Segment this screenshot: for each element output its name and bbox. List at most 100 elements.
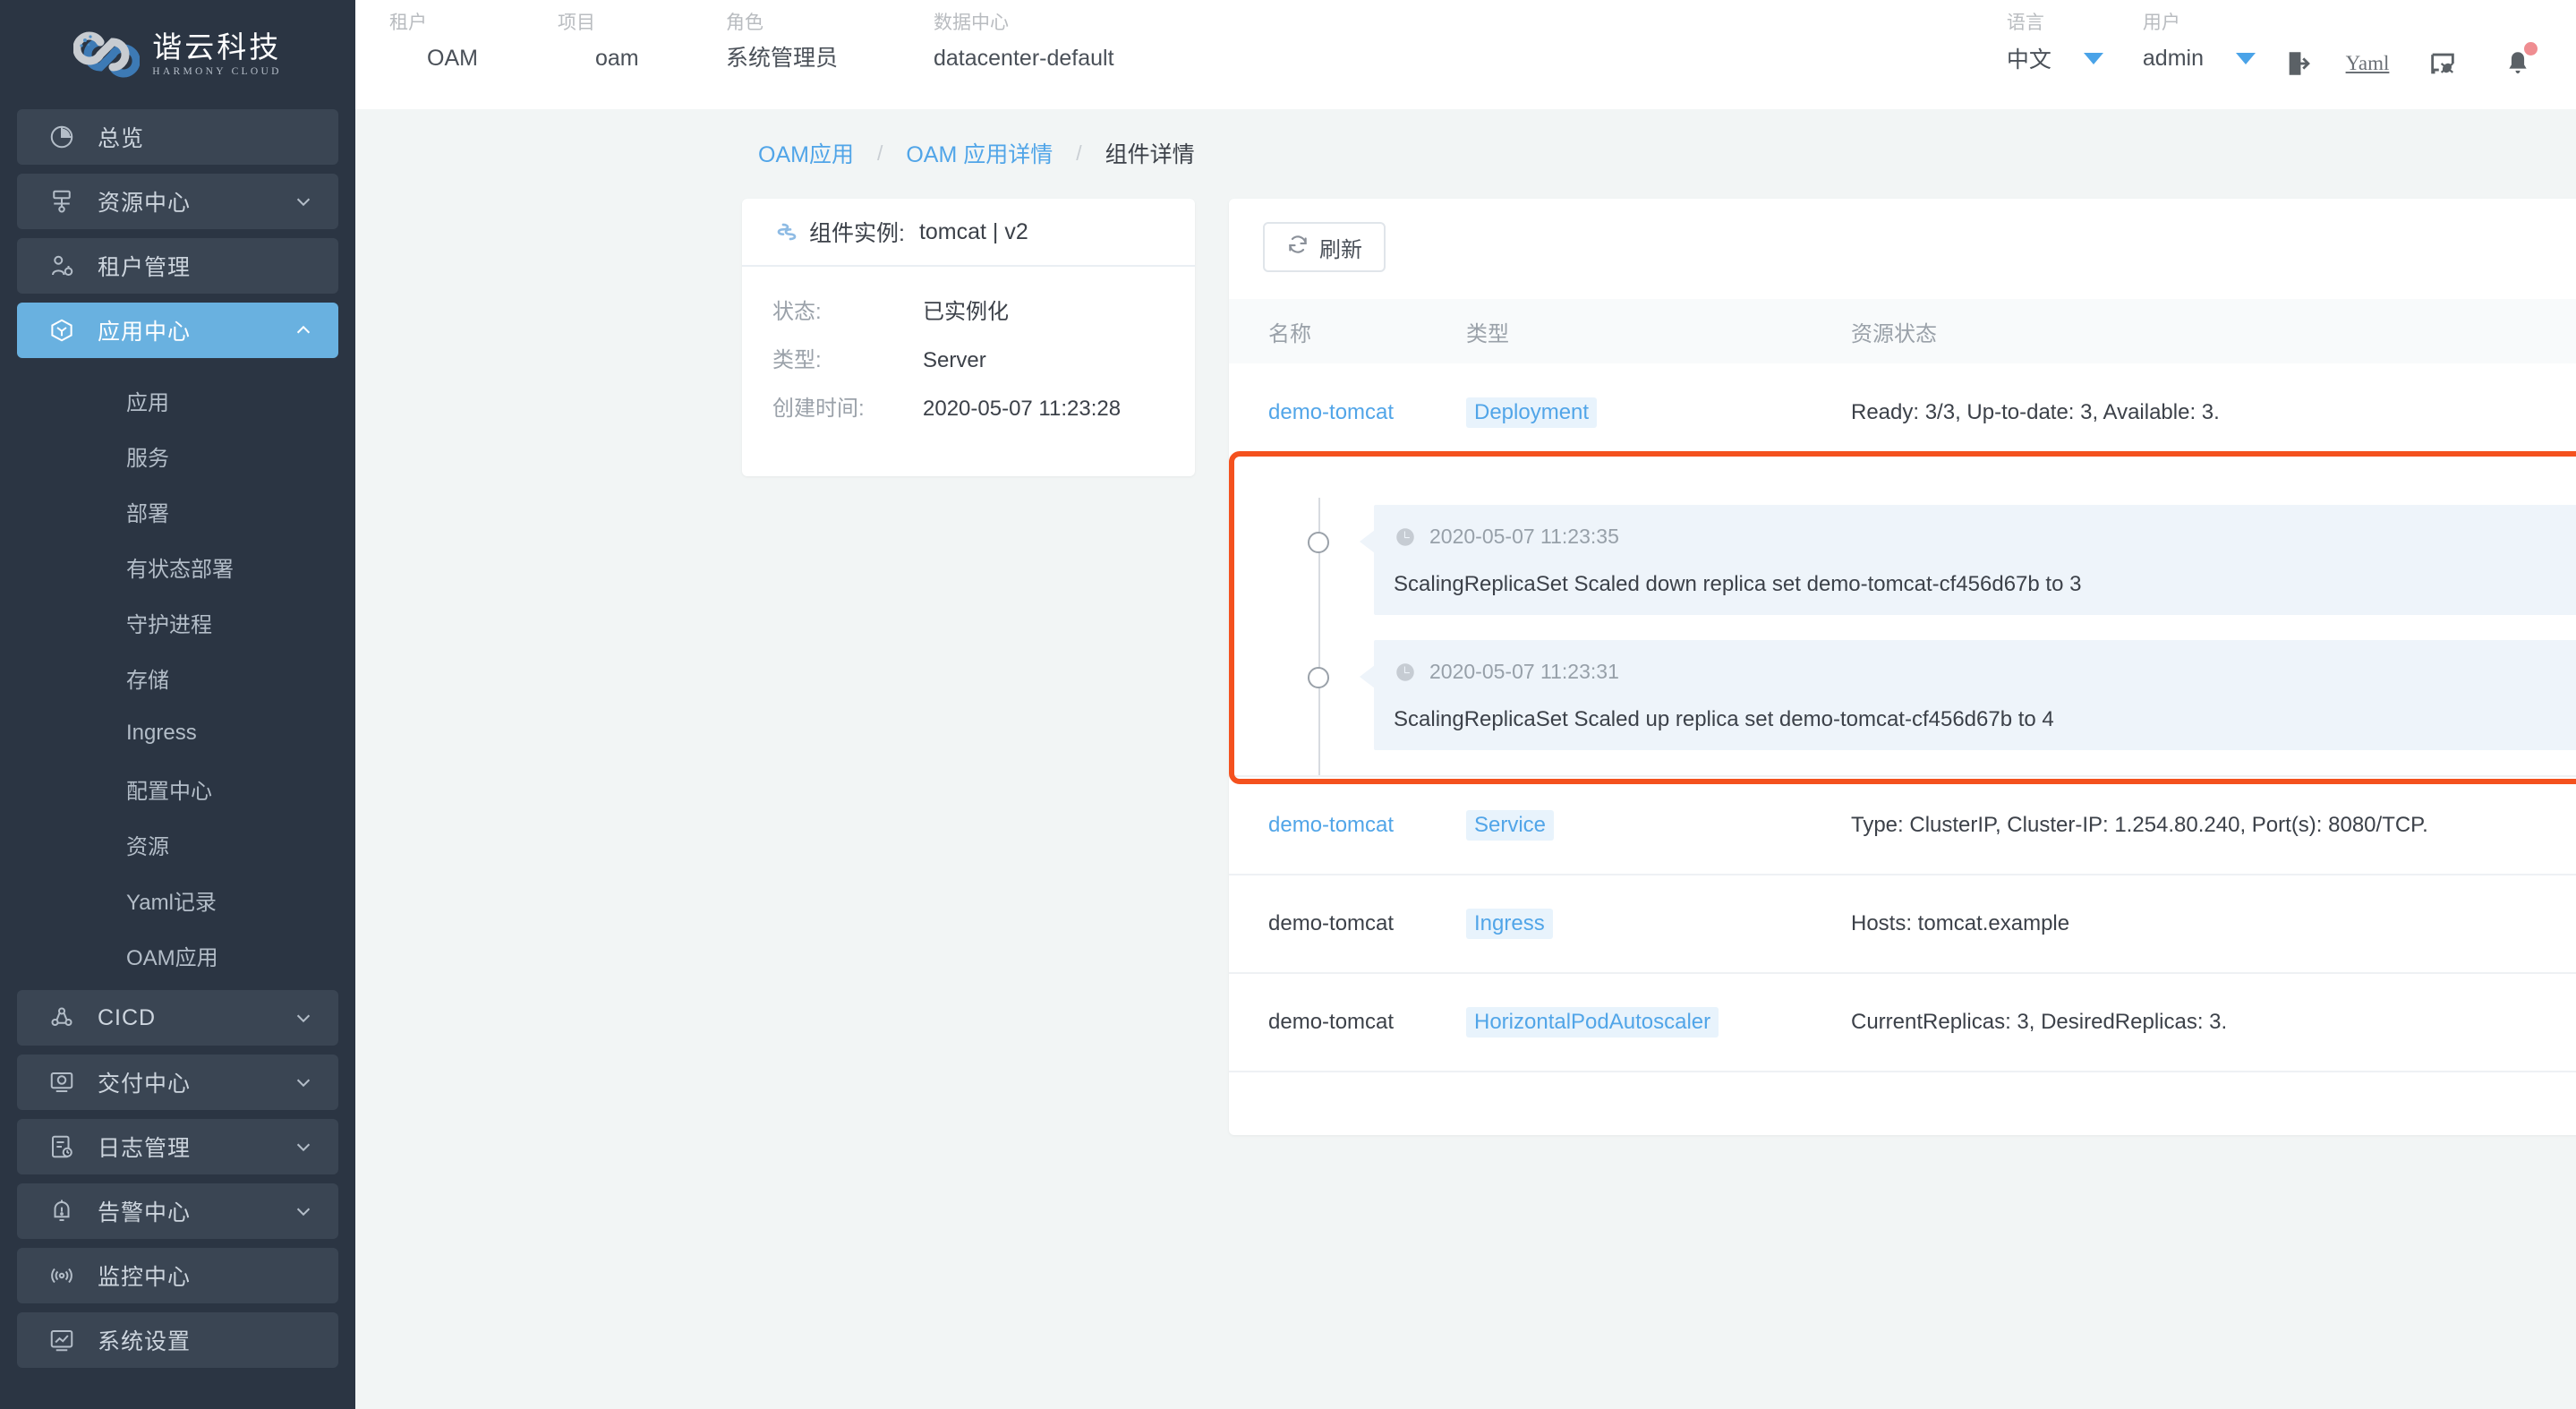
row-status-cell: Ready: 3/3, Up-to-date: 3, Available: 3. [1851, 363, 2576, 462]
sidebar-item-tenant-management[interactable]: 租户管理 [17, 238, 338, 294]
chevron-down-icon[interactable] [2083, 52, 2103, 64]
yaml-icon-text: Yaml [2345, 52, 2390, 74]
sidebar-subitem-service[interactable]: 服务 [17, 428, 338, 483]
topbar-context-group: 租户 OAM 项目 oam 角色 系统管理员 数据中心 datacenter-d… [355, 0, 1141, 77]
breadcrumb-item-component-detail: 组件详情 [1105, 142, 1195, 167]
yaml-icon[interactable]: Yaml [2340, 45, 2395, 82]
sidebar-item-system-settings[interactable]: 系统设置 [17, 1312, 338, 1368]
context-tenant-value: OAM [427, 46, 478, 71]
refresh-button[interactable]: 刷新 [1263, 222, 1386, 272]
sidebar-item-cicd[interactable]: CICD [17, 990, 338, 1046]
sidebar-item-delivery-center[interactable]: 交付中心 [17, 1055, 338, 1110]
link-chain-icon [772, 218, 801, 246]
notification-bell-icon[interactable] [2490, 42, 2546, 82]
chevron-down-icon [294, 1072, 313, 1092]
sidebar-item-alert-center[interactable]: 告警中心 [17, 1183, 338, 1239]
sidebar-subitem-resource[interactable]: 资源 [17, 816, 338, 872]
events-scroll-region[interactable]: 2020-05-07 11:23:35 Deployment ScalingRe… [1229, 462, 2576, 775]
sidebar-subitem-storage[interactable]: 存储 [17, 650, 338, 705]
language-selector[interactable]: 语言 中文 [2007, 0, 2103, 77]
context-role-value: 系统管理员 [726, 46, 839, 71]
user-key-icon [46, 250, 78, 282]
table-row[interactable]: demo-tomcat Ingress Hosts: tomcat.exampl… [1229, 875, 2576, 974]
chevron-up-icon [294, 320, 313, 340]
component-info-header: 组件实例: tomcat | v2 [742, 199, 1195, 267]
table-row[interactable]: demo-tomcat HorizontalPodAutoscaler Curr… [1229, 973, 2576, 1072]
sidebar-item-label: CICD [98, 1004, 157, 1030]
notification-badge [2524, 42, 2538, 56]
row-type-cell: Ingress [1466, 875, 1851, 974]
column-header-type: 类型 [1466, 299, 1851, 363]
bubble-arrow-icon [1360, 530, 1375, 553]
resource-name-link[interactable]: demo-tomcat [1268, 400, 1394, 424]
language-label: 语言 [2006, 13, 2044, 33]
sidebar-subitem-oam-app[interactable]: OAM应用 [17, 927, 338, 983]
debug-screen-icon[interactable] [2415, 45, 2470, 82]
breadcrumb: OAM应用 / OAM 应用详情 / 组件详情 [355, 132, 2576, 174]
context-project: 项目 oam [558, 0, 726, 77]
resource-status-text: Ready: 3/3, Up-to-date: 3, Available: 3. [1851, 400, 2220, 424]
info-row-status: 状态: 已实例化 [772, 294, 1164, 342]
sidebar-item-overview[interactable]: 总览 [17, 109, 338, 165]
sidebar-subitem-ingress[interactable]: Ingress [17, 705, 338, 761]
row-name-cell: demo-tomcat [1229, 363, 1466, 462]
harmony-cloud-logo-icon [73, 30, 141, 80]
sidebar-subitem-yaml-records[interactable]: Yaml记录 [17, 872, 338, 927]
sidebar-subitem-daemonset[interactable]: 守护进程 [17, 594, 338, 650]
context-datacenter: 数据中心 datacenter-default [934, 0, 1141, 77]
sidebar-item-label: 应用中心 [98, 320, 192, 345]
timeline-dot-icon [1308, 667, 1329, 688]
row-status-cell: Type: ClusterIP, Cluster-IP: 1.254.80.24… [1851, 776, 2576, 875]
row-status-cell: CurrentReplicas: 3, DesiredReplicas: 3. [1851, 973, 2576, 1072]
brand-logo[interactable]: 谐云科技 HARMONY CLOUD [0, 0, 355, 109]
resource-type-tag[interactable]: Ingress [1466, 909, 1553, 939]
resource-name-text: demo-tomcat [1268, 911, 1395, 935]
resource-type-tag[interactable]: Service [1466, 810, 1555, 841]
sidebar-subitem-statefulset[interactable]: 有状态部署 [17, 539, 338, 594]
breadcrumb-separator: / [876, 141, 883, 165]
user-value: admin [2142, 45, 2204, 71]
app-root: 谐云科技 HARMONY CLOUD 总览 资源中心 租户管理 应用中心 应用 … [0, 0, 2576, 1409]
breadcrumb-item-oam-app-detail[interactable]: OAM 应用详情 [906, 137, 1053, 169]
breadcrumb-separator: / [1076, 141, 1082, 165]
clock-icon [1394, 525, 1417, 549]
event-card: 2020-05-07 11:23:35 Deployment ScalingRe… [1374, 505, 2576, 615]
sidebar-subitem-deployment[interactable]: 部署 [17, 483, 338, 539]
monitor-wave-icon [46, 1260, 78, 1292]
row-type-cell: HorizontalPodAutoscaler [1466, 973, 1851, 1072]
chevron-down-icon [294, 192, 313, 211]
table-row[interactable]: demo-tomcat Deployment Ready: 3/3, Up-to… [1229, 363, 2576, 462]
column-header-name: 名称 [1229, 299, 1466, 363]
row-status-cell: Hosts: tomcat.example [1851, 875, 2576, 974]
chevron-down-icon [294, 1201, 313, 1221]
sidebar-item-resource-center[interactable]: 资源中心 [17, 174, 338, 229]
sidebar-item-monitor-center[interactable]: 监控中心 [17, 1248, 338, 1303]
table-header-row: 名称 类型 资源状态 [1229, 299, 2576, 363]
breadcrumb-item-oam-app[interactable]: OAM应用 [758, 137, 854, 169]
sidebar-subitem-config-center[interactable]: 配置中心 [17, 761, 338, 816]
resource-type-tag[interactable]: HorizontalPodAutoscaler [1466, 1007, 1719, 1038]
resource-table: 名称 类型 资源状态 demo-tomcat Deployment Ready:… [1229, 299, 2576, 1072]
bubble-arrow-icon [1360, 665, 1375, 688]
sidebar-item-log-management[interactable]: 日志管理 [17, 1119, 338, 1174]
resource-name-link[interactable]: demo-tomcat [1268, 813, 1394, 837]
content-columns: 组件实例: tomcat | v2 状态: 已实例化 类型: Server 创建… [355, 174, 2576, 1135]
sidebar-subitem-app[interactable]: 应用 [17, 372, 338, 428]
events-cell: 2020-05-07 11:23:35 Deployment ScalingRe… [1229, 451, 2576, 784]
logout-icon[interactable] [2272, 45, 2327, 82]
context-datacenter-label: 数据中心 [934, 13, 1009, 33]
sidebar: 谐云科技 HARMONY CLOUD 总览 资源中心 租户管理 应用中心 应用 … [0, 0, 355, 1409]
timeline-dot-icon [1308, 532, 1329, 553]
table-row[interactable]: demo-tomcat Service Type: ClusterIP, Clu… [1229, 776, 2576, 875]
sidebar-item-label: 告警中心 [98, 1200, 192, 1225]
context-role: 角色 系统管理员 [726, 0, 934, 77]
main-area: 租户 OAM 项目 oam 角色 系统管理员 数据中心 datacenter-d… [355, 0, 2576, 1409]
sidebar-item-label: 资源中心 [98, 191, 192, 216]
events-timeline: 2020-05-07 11:23:35 Deployment ScalingRe… [1229, 498, 2576, 775]
user-selector[interactable]: 用户 admin [2143, 0, 2256, 77]
event-header: 2020-05-07 11:23:35 Deployment [1374, 521, 2576, 552]
sidebar-item-label: 交付中心 [98, 1072, 192, 1097]
resource-type-tag[interactable]: Deployment [1466, 397, 1598, 428]
sidebar-item-application-center[interactable]: 应用中心 [17, 303, 338, 358]
chevron-down-icon[interactable] [2236, 52, 2256, 64]
